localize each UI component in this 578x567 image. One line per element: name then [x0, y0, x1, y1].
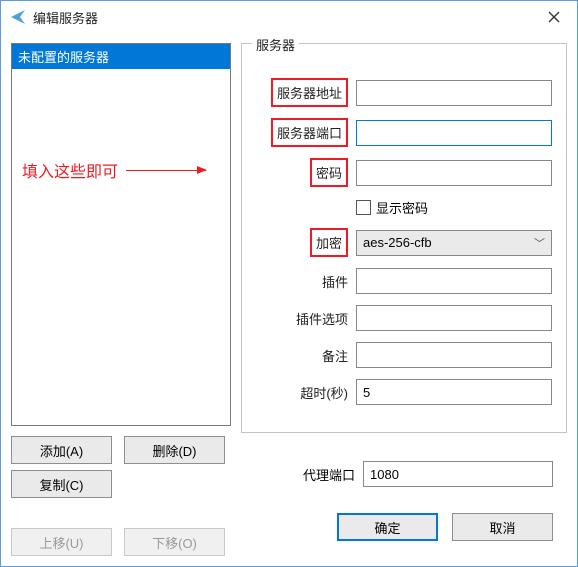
ok-button-label: 确定	[374, 518, 400, 537]
app-icon	[9, 8, 27, 26]
label-proxy-port: 代理端口	[303, 465, 355, 484]
dialog-body: 未配置的服务器 填入这些即可 添加(A) 删除(D) 复制(C) 上移(U) 下…	[1, 33, 577, 566]
arrow-right-icon	[126, 170, 206, 171]
label-plugin-opts: 插件选项	[256, 309, 348, 328]
label-password: 密码	[310, 158, 348, 187]
password-input[interactable]	[356, 160, 552, 186]
move-up-button: 上移(U)	[11, 528, 112, 556]
window: 编辑服务器 未配置的服务器 填入这些即可 添加(A) 删除(D)	[0, 0, 578, 567]
close-icon	[548, 11, 560, 23]
cancel-button-label: 取消	[489, 518, 515, 537]
row-show-password: 显示密码	[256, 198, 552, 217]
delete-button[interactable]: 删除(D)	[124, 436, 225, 464]
encryption-value: aes-256-cfb	[363, 235, 432, 250]
proxy-port-input[interactable]	[363, 461, 553, 487]
server-groupbox: 服务器 服务器地址 服务器端口 密码 显示密码	[241, 43, 567, 433]
list-item[interactable]: 未配置的服务器	[12, 44, 230, 69]
annotation-overlay: 填入这些即可	[22, 158, 206, 182]
server-port-input[interactable]	[356, 120, 552, 146]
label-server-port: 服务器端口	[271, 118, 348, 147]
delete-button-label: 删除(D)	[152, 441, 196, 460]
server-listbox[interactable]: 未配置的服务器 填入这些即可	[11, 43, 231, 426]
copy-button[interactable]: 复制(C)	[11, 470, 112, 498]
checkbox-icon	[356, 200, 371, 215]
close-button[interactable]	[531, 1, 577, 33]
row-server-addr: 服务器地址	[256, 78, 552, 107]
add-button-label: 添加(A)	[40, 441, 83, 460]
right-column: 服务器 服务器地址 服务器端口 密码 显示密码	[241, 43, 567, 556]
add-button[interactable]: 添加(A)	[11, 436, 112, 464]
label-encryption: 加密	[310, 228, 348, 257]
timeout-input[interactable]	[356, 379, 552, 405]
plugin-input[interactable]	[356, 268, 552, 294]
annotation-label: 填入这些即可	[22, 158, 118, 182]
show-password-checkbox[interactable]: 显示密码	[356, 198, 428, 217]
titlebar: 编辑服务器	[1, 1, 577, 33]
row-plugin: 插件	[256, 268, 552, 294]
row-remarks: 备注	[256, 342, 552, 368]
server-addr-input[interactable]	[356, 80, 552, 106]
move-up-label: 上移(U)	[39, 533, 83, 552]
button-row-2: 复制(C)	[11, 470, 231, 498]
cancel-button[interactable]: 取消	[452, 513, 553, 541]
move-down-label: 下移(O)	[152, 533, 197, 552]
dialog-footer: 确定 取消	[241, 513, 567, 541]
row-password: 密码	[256, 158, 552, 187]
label-server-addr: 服务器地址	[271, 78, 348, 107]
button-row-3: 上移(U) 下移(O)	[11, 528, 231, 556]
plugin-opts-input[interactable]	[356, 305, 552, 331]
row-plugin-opts: 插件选项	[256, 305, 552, 331]
copy-button-label: 复制(C)	[39, 475, 83, 494]
left-column: 未配置的服务器 填入这些即可 添加(A) 删除(D) 复制(C) 上移(U) 下…	[11, 43, 231, 556]
label-plugin: 插件	[256, 272, 348, 291]
row-proxy-port: 代理端口	[241, 461, 567, 487]
row-encryption: 加密 aes-256-cfb ﹀	[256, 228, 552, 257]
chevron-down-icon: ﹀	[534, 235, 545, 251]
button-row-1: 添加(A) 删除(D)	[11, 436, 231, 464]
row-server-port: 服务器端口	[256, 118, 552, 147]
list-item-label: 未配置的服务器	[18, 50, 109, 65]
encryption-select[interactable]: aes-256-cfb ﹀	[356, 230, 552, 256]
ok-button[interactable]: 确定	[337, 513, 438, 541]
row-timeout: 超时(秒)	[256, 379, 552, 405]
groupbox-legend: 服务器	[252, 35, 299, 54]
window-title: 编辑服务器	[33, 8, 98, 27]
remarks-input[interactable]	[356, 342, 552, 368]
move-down-button: 下移(O)	[124, 528, 225, 556]
label-remarks: 备注	[256, 346, 348, 365]
label-timeout: 超时(秒)	[256, 383, 348, 402]
show-password-label: 显示密码	[376, 198, 428, 217]
